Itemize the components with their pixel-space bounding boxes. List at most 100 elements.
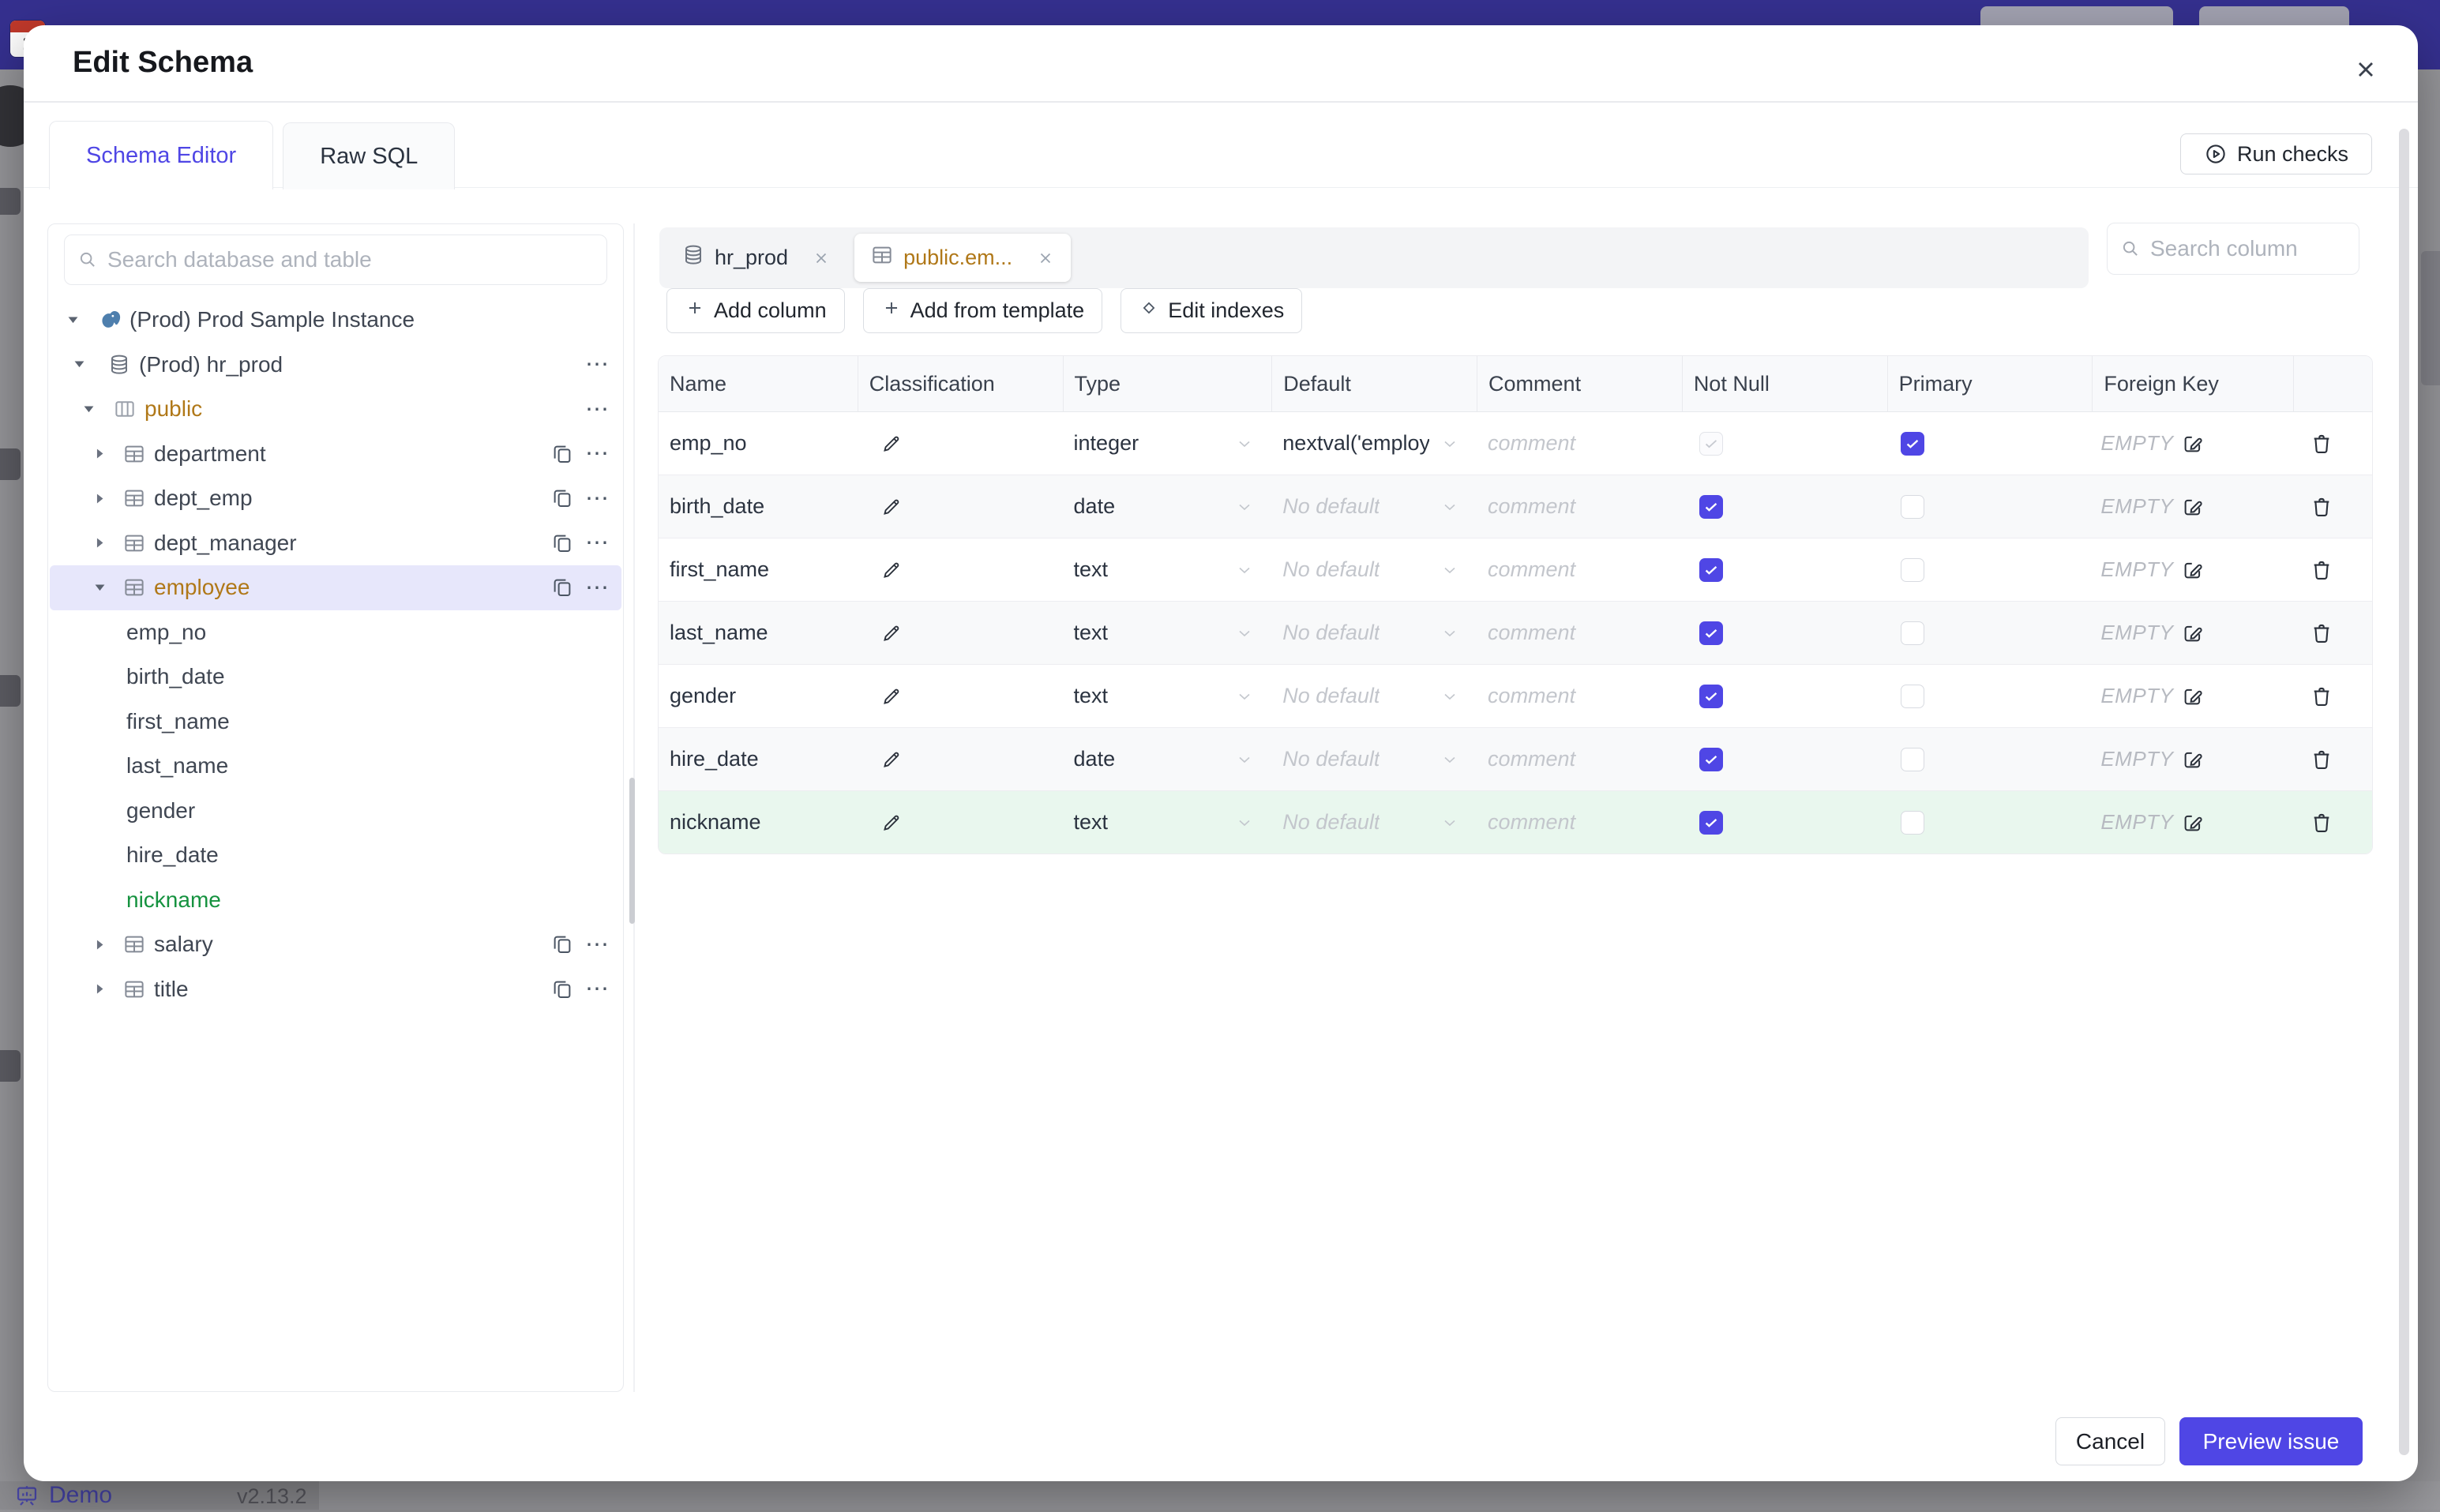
pencil-icon[interactable] (880, 621, 903, 645)
close-tab-icon[interactable] (812, 249, 831, 268)
tree-item-first-name[interactable]: first_name (50, 700, 621, 745)
preview-issue-button[interactable]: Preview issue (2179, 1417, 2363, 1465)
tree-item-last-name[interactable]: last_name (50, 744, 621, 789)
edit-foreign-key-icon[interactable] (2181, 685, 2205, 708)
not-null-checkbox[interactable] (1699, 810, 1723, 835)
copy-icon[interactable] (550, 531, 574, 555)
add-column-button[interactable]: Add column (666, 288, 845, 333)
type-value[interactable]: text (1063, 621, 1109, 645)
chevron-down-icon[interactable] (1440, 497, 1459, 516)
chevron-down-icon[interactable] (1440, 434, 1459, 453)
edit-foreign-key-icon[interactable] (2181, 432, 2205, 456)
more-actions-icon[interactable]: ⋯ (585, 396, 610, 423)
chevron-down-icon[interactable] (1235, 687, 1254, 706)
column-name[interactable]: gender (659, 684, 736, 708)
chevron-down-icon[interactable] (1440, 750, 1459, 769)
chevron-down-icon[interactable] (1235, 750, 1254, 769)
add-from-template-button[interactable]: Add from template (862, 288, 1103, 333)
edit-foreign-key-icon[interactable] (2181, 621, 2205, 645)
delete-column-icon[interactable] (2309, 810, 2334, 835)
not-null-checkbox[interactable] (1699, 494, 1723, 519)
chevron-down-icon[interactable] (1235, 561, 1254, 580)
type-value[interactable]: text (1063, 684, 1109, 708)
tree-item-dept-emp[interactable]: dept_emp ⋯ (50, 476, 621, 521)
not-null-checkbox[interactable] (1699, 747, 1723, 771)
chevron-down-icon[interactable] (64, 313, 81, 328)
tree-item-dept-manager[interactable]: dept_manager ⋯ (50, 521, 621, 566)
default-value[interactable]: No default (1282, 684, 1380, 708)
chevron-down-icon[interactable] (1440, 813, 1459, 832)
primary-checkbox[interactable] (1900, 494, 1924, 519)
not-null-checkbox[interactable] (1699, 621, 1723, 645)
not-null-checkbox[interactable] (1699, 557, 1723, 582)
type-value[interactable]: integer (1063, 431, 1139, 456)
copy-icon[interactable] (550, 442, 574, 466)
pencil-icon[interactable] (880, 558, 903, 582)
comment-input[interactable]: comment (1477, 810, 1575, 835)
run-checks-button[interactable]: Run checks (2180, 133, 2372, 174)
primary-checkbox[interactable] (1900, 557, 1924, 582)
comment-input[interactable]: comment (1477, 494, 1575, 519)
close-tab-icon[interactable] (1036, 249, 1055, 268)
type-value[interactable]: date (1063, 747, 1116, 771)
tree-item-department[interactable]: department ⋯ (50, 432, 621, 477)
more-actions-icon[interactable]: ⋯ (585, 485, 610, 512)
column-name[interactable]: birth_date (659, 494, 764, 519)
more-actions-icon[interactable]: ⋯ (585, 574, 610, 602)
more-actions-icon[interactable]: ⋯ (585, 931, 610, 959)
edit-foreign-key-icon[interactable] (2181, 748, 2205, 771)
primary-checkbox[interactable] (1900, 747, 1924, 771)
chevron-right-icon[interactable] (91, 981, 108, 996)
primary-checkbox[interactable] (1900, 684, 1924, 708)
comment-input[interactable]: comment (1477, 557, 1575, 582)
database-search-input[interactable] (106, 246, 606, 273)
chevron-right-icon[interactable] (91, 446, 108, 461)
more-actions-icon[interactable]: ⋯ (585, 440, 610, 467)
copy-icon[interactable] (550, 932, 574, 956)
delete-column-icon[interactable] (2309, 431, 2334, 456)
delete-column-icon[interactable] (2309, 747, 2334, 772)
tree-item-salary[interactable]: salary ⋯ (50, 922, 621, 967)
chevron-down-icon[interactable] (1235, 624, 1254, 643)
default-value[interactable]: No default (1282, 557, 1380, 582)
tree-item--prod-prod-sample-instance[interactable]: (Prod) Prod Sample Instance (50, 298, 621, 343)
close-icon[interactable] (2348, 52, 2383, 87)
column-name[interactable]: hire_date (659, 747, 759, 771)
tree-item-gender[interactable]: gender (50, 789, 621, 834)
edit-foreign-key-icon[interactable] (2181, 811, 2205, 835)
tree-item-public[interactable]: public ⋯ (50, 387, 621, 432)
column-search-input[interactable] (2149, 235, 2359, 262)
delete-column-icon[interactable] (2309, 621, 2334, 646)
editor-tab-hr-prod[interactable]: hr_prod (666, 234, 846, 282)
column-name[interactable]: last_name (659, 621, 768, 645)
pencil-icon[interactable] (880, 432, 903, 456)
tree-item-nickname[interactable]: nickname (50, 878, 621, 923)
chevron-down-icon[interactable] (1440, 687, 1459, 706)
edit-indexes-button[interactable]: Edit indexes (1121, 288, 1303, 333)
primary-checkbox[interactable] (1900, 810, 1924, 835)
type-value[interactable]: text (1063, 810, 1109, 835)
chevron-down-icon[interactable] (70, 357, 88, 372)
delete-column-icon[interactable] (2309, 684, 2334, 709)
more-actions-icon[interactable]: ⋯ (585, 975, 610, 1003)
chevron-down-icon[interactable] (91, 580, 108, 595)
sidebar-scrollbar[interactable] (629, 778, 635, 924)
column-name[interactable]: emp_no (659, 431, 747, 456)
tab-schema-editor[interactable]: Schema Editor (49, 121, 274, 189)
type-value[interactable]: date (1063, 494, 1116, 519)
chevron-right-icon[interactable] (91, 937, 108, 952)
column-name[interactable]: nickname (659, 810, 761, 835)
chevron-down-icon[interactable] (1235, 434, 1254, 453)
pencil-icon[interactable] (880, 811, 903, 835)
chevron-down-icon[interactable] (1440, 624, 1459, 643)
column-name[interactable]: first_name (659, 557, 769, 582)
type-value[interactable]: text (1063, 557, 1109, 582)
tree-item-hire-date[interactable]: hire_date (50, 833, 621, 878)
chevron-down-icon[interactable] (1235, 497, 1254, 516)
copy-icon[interactable] (550, 576, 574, 599)
dialog-scrollbar[interactable] (2399, 129, 2409, 1455)
primary-checkbox[interactable] (1900, 431, 1924, 456)
comment-input[interactable]: comment (1477, 684, 1575, 708)
more-actions-icon[interactable]: ⋯ (585, 351, 610, 378)
chevron-right-icon[interactable] (91, 491, 108, 506)
